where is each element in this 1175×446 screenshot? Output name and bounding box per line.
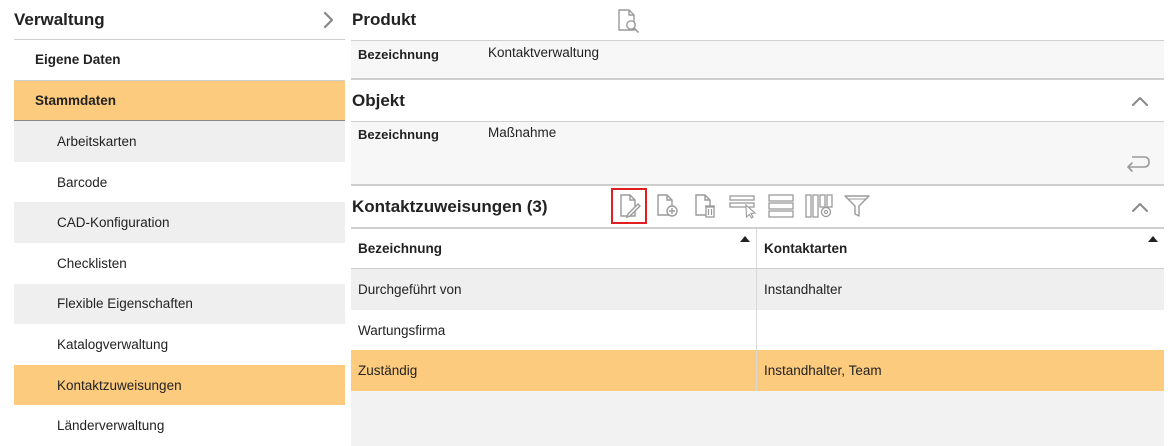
- table-cell-kontaktarten: Instandhalter, Team: [764, 363, 882, 379]
- select-rows-icon[interactable]: [725, 188, 761, 224]
- sidebar: Verwaltung Eigene Daten Stammdaten Arbeits…: [14, 0, 345, 446]
- kontakt-toolbar: [611, 186, 877, 226]
- sidebar-item-label: Kontaktzuweisungen: [57, 377, 182, 393]
- sidebar-item[interactable]: Barcode: [14, 162, 345, 203]
- table-header: Bezeichnung Kontaktarten: [351, 229, 1164, 269]
- kontakt-panel-header: Kontaktzuweisungen (3): [351, 186, 1164, 227]
- sidebar-item[interactable]: Arbeitskarten: [14, 121, 345, 162]
- objekt-title: Objekt: [352, 90, 405, 110]
- chevron-up-icon[interactable]: [1130, 197, 1150, 217]
- objekt-field-label: Bezeichnung: [358, 127, 439, 142]
- chevron-up-icon[interactable]: [1130, 91, 1150, 111]
- sidebar-title: Verwaltung: [14, 9, 105, 29]
- produkt-field-label: Bezeichnung: [358, 47, 439, 62]
- sidebar-item[interactable]: Eigene Daten: [14, 40, 345, 81]
- sidebar-item-label: Barcode: [57, 174, 108, 190]
- edit-document-icon[interactable]: [611, 188, 647, 224]
- table-row[interactable]: Zuständig Instandhalter, Team: [351, 350, 1164, 392]
- sidebar-list: Eigene Daten Stammdaten Arbeitskarten Barco…: [14, 40, 345, 446]
- sidebar-item[interactable]: Stammdaten: [14, 80, 345, 122]
- column-settings-icon[interactable]: [801, 188, 837, 224]
- table-body: Durchgeführt von Instandhalter Wartungsfir…: [351, 269, 1164, 392]
- column-header-label: Kontaktarten: [764, 241, 848, 256]
- produkt-title: Produkt: [352, 10, 417, 29]
- sidebar-item[interactable]: Länderverwaltung: [14, 405, 345, 446]
- sidebar-item[interactable]: Flexible Eigenschaften: [14, 283, 345, 325]
- table-row[interactable]: Wartungsfirma: [351, 309, 1164, 351]
- column-header-bezeichnung[interactable]: Bezeichnung: [351, 229, 757, 268]
- sidebar-item[interactable]: CAD-Konfiguration: [14, 202, 345, 243]
- kontakt-table: Bezeichnung Kontaktarten Durchgeführt vo…: [351, 229, 1164, 392]
- filter-icon[interactable]: [839, 188, 875, 224]
- produkt-panel-header: Produkt: [351, 0, 1164, 40]
- produkt-panel-body: Bezeichnung Kontaktverwaltung: [351, 41, 1164, 78]
- sidebar-item-label: Länderverwaltung: [57, 418, 165, 434]
- table-row[interactable]: Durchgeführt von Instandhalter: [351, 269, 1164, 310]
- sidebar-item-label: Flexible Eigenschaften: [57, 296, 193, 312]
- row-layout-icon[interactable]: [763, 188, 799, 224]
- main-content: Produkt Bezeichnung Kontaktverwaltung Ob…: [351, 0, 1164, 446]
- objekt-panel-header: Objekt: [351, 80, 1164, 121]
- sidebar-header: Verwaltung: [14, 0, 345, 40]
- delete-document-icon[interactable]: [687, 188, 723, 224]
- produkt-field-value: Kontaktverwaltung: [488, 45, 600, 60]
- column-header-kontaktarten[interactable]: Kontaktarten: [757, 229, 1164, 268]
- column-header-label: Bezeichnung: [358, 241, 443, 256]
- sidebar-item-label: Katalogverwaltung: [57, 336, 169, 352]
- sidebar-item-label: Checklisten: [57, 255, 127, 271]
- sidebar-item[interactable]: Katalogverwaltung: [14, 324, 345, 365]
- return-arrow-icon[interactable]: [1124, 152, 1152, 176]
- kontakt-title: Kontaktzuweisungen (3): [352, 196, 548, 216]
- table-cell-bezeichnung: Zuständig: [351, 350, 757, 392]
- table-cell-bezeichnung: Wartungsfirma: [351, 309, 757, 351]
- sidebar-item-label: Stammdaten: [35, 92, 117, 108]
- objekt-field-value: Maßnahme: [488, 125, 557, 140]
- sidebar-item-label: Eigene Daten: [35, 52, 121, 68]
- objekt-panel-body: Bezeichnung Maßnahme: [351, 122, 1164, 184]
- table-cell-kontaktarten: [757, 310, 1164, 351]
- table-cell-bezeichnung: Durchgeführt von: [351, 269, 757, 310]
- sort-arrow-icon[interactable]: [740, 236, 750, 242]
- sidebar-item[interactable]: Checklisten: [14, 243, 345, 284]
- sidebar-item[interactable]: Kontaktzuweisungen: [14, 364, 345, 406]
- sort-arrow-icon[interactable]: [1148, 236, 1158, 242]
- sidebar-item-label: Arbeitskarten: [57, 133, 137, 149]
- chevron-right-icon[interactable]: [315, 6, 343, 34]
- document-search-icon[interactable]: [615, 8, 641, 34]
- add-document-icon[interactable]: [649, 188, 685, 224]
- table-cell-kontaktarten: Instandhalter: [764, 281, 843, 297]
- sidebar-item-label: CAD-Konfiguration: [57, 215, 170, 231]
